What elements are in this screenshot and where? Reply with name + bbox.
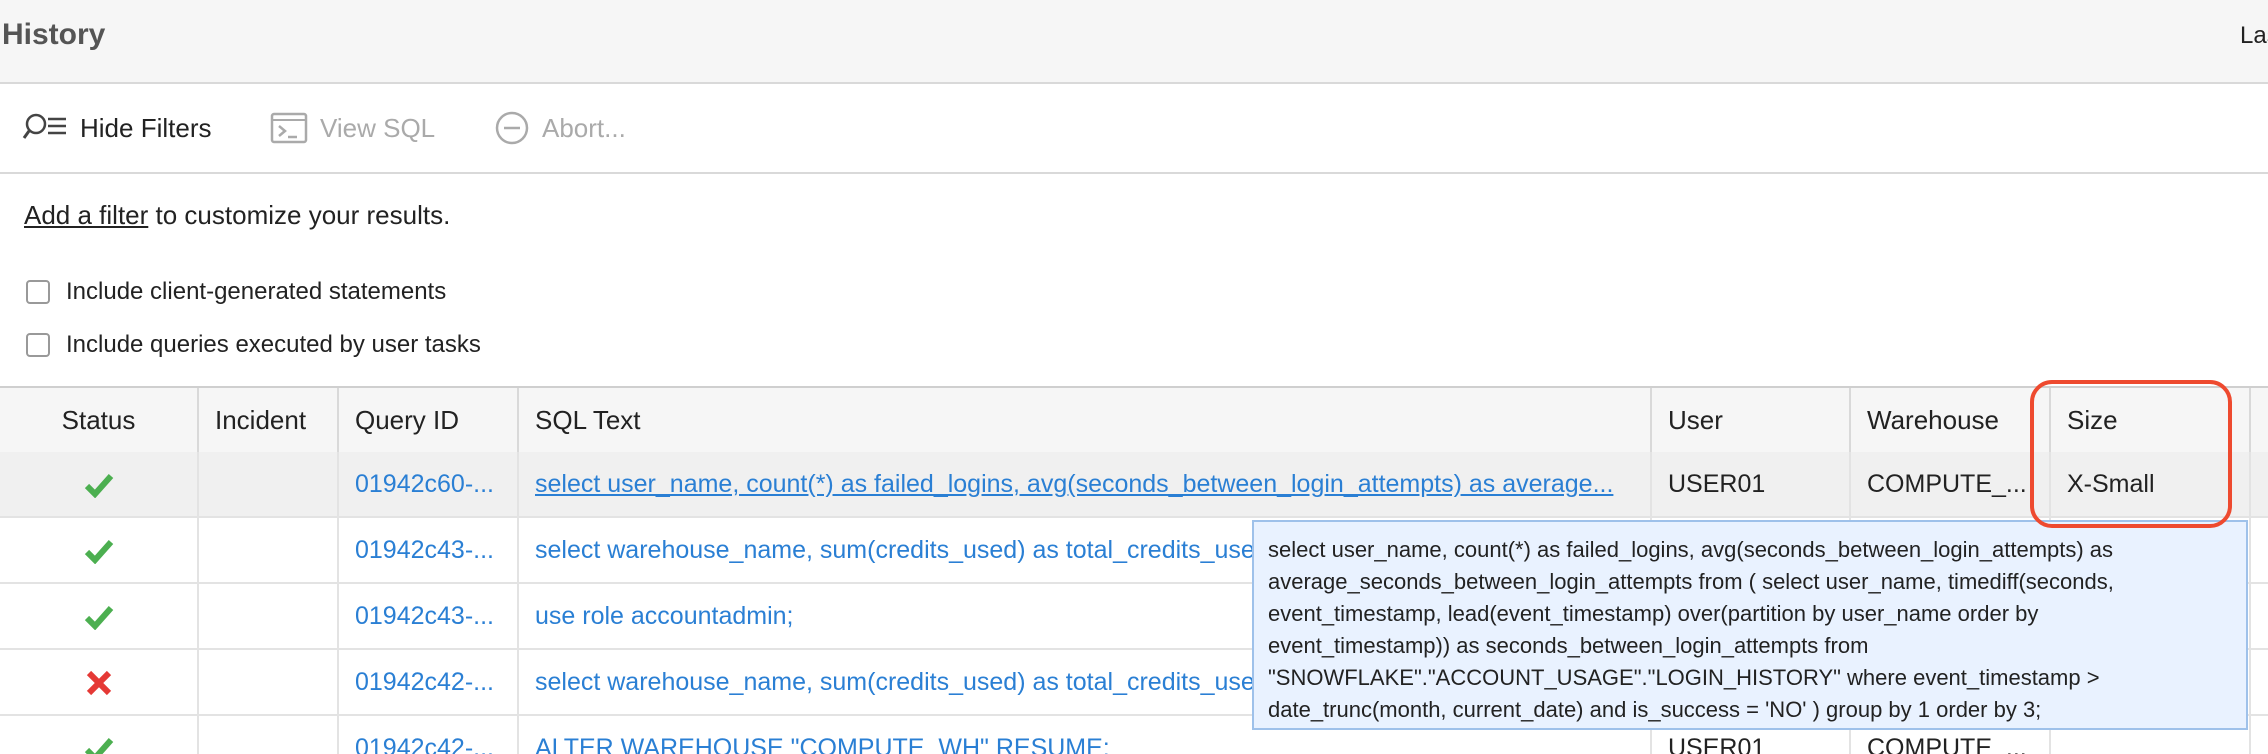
tooltip-line: select user_name, count(*) as failed_log… xyxy=(1268,537,2114,562)
table-header: Status Incident Query ID SQL Text User W… xyxy=(0,388,2268,454)
page-title: History xyxy=(2,18,106,51)
tooltip-line: event_timestamp)) as seconds_between_log… xyxy=(1268,633,1869,658)
x-mark-icon xyxy=(86,671,111,696)
query-id-link[interactable]: 01942c42-... xyxy=(339,716,519,754)
column-header-incident[interactable]: Incident xyxy=(199,388,339,452)
column-header-warehouse[interactable]: Warehouse xyxy=(1851,388,2051,452)
incident-cell xyxy=(199,716,339,754)
sql-text-value: select user_name, count(*) as failed_log… xyxy=(535,470,1614,498)
sql-tooltip: select user_name, count(*) as failed_log… xyxy=(1252,520,2248,730)
user-cell: USER01 xyxy=(1652,452,1851,516)
query-id-link[interactable]: 01942c43-... xyxy=(339,584,519,648)
minus-circle-icon xyxy=(495,111,529,145)
tooltip-line: average_seconds_between_login_attempts f… xyxy=(1268,569,2114,594)
status-cell xyxy=(0,650,199,714)
app-root: History Las Hide Filters View SQL xyxy=(0,0,2268,754)
incident-cell xyxy=(199,518,339,582)
header-right-text: Las xyxy=(2240,22,2268,49)
status-cell xyxy=(0,518,199,582)
column-header-user[interactable]: User xyxy=(1652,388,1851,452)
client-statements-label: Include client-generated statements xyxy=(66,278,447,305)
add-filter-link[interactable]: Add a filter xyxy=(24,200,148,230)
status-cell xyxy=(0,452,199,516)
incident-cell xyxy=(199,650,339,714)
tooltip-line: event_timestamp, lead(event_timestamp) o… xyxy=(1268,601,2039,626)
incident-cell xyxy=(199,584,339,648)
view-sql-label: View SQL xyxy=(320,112,436,143)
tooltip-line: date_trunc(month, current_date) and is_s… xyxy=(1268,697,2042,722)
size-column-annotation xyxy=(2030,380,2232,528)
view-sql-button[interactable]: View SQL xyxy=(270,106,435,150)
client-statements-checkbox[interactable] xyxy=(26,280,50,304)
client-statements-option[interactable]: Include client-generated statements xyxy=(26,278,446,306)
sql-text-link[interactable]: select user_name, count(*) as failed_log… xyxy=(519,452,1652,516)
terminal-icon xyxy=(270,112,308,144)
query-id-link[interactable]: 01942c43-... xyxy=(339,518,519,582)
status-cell xyxy=(0,584,199,648)
query-id-link[interactable]: 01942c60-... xyxy=(339,452,519,516)
checkmark-icon xyxy=(84,474,113,499)
checkmark-icon xyxy=(84,540,113,565)
column-header-query-id[interactable]: Query ID xyxy=(339,388,519,452)
page-header: History Las xyxy=(0,0,2268,84)
column-header-sql-text[interactable]: SQL Text xyxy=(519,388,1652,452)
hide-filters-button[interactable]: Hide Filters xyxy=(22,106,211,150)
toolbar: Hide Filters View SQL Abort... xyxy=(0,84,2268,174)
hide-filters-label: Hide Filters xyxy=(80,112,212,143)
incident-cell xyxy=(199,452,339,516)
user-tasks-option[interactable]: Include queries executed by user tasks xyxy=(26,331,481,359)
query-id-link[interactable]: 01942c42-... xyxy=(339,650,519,714)
status-cell xyxy=(0,716,199,754)
column-header-status[interactable]: Status xyxy=(0,388,199,452)
abort-button[interactable]: Abort... xyxy=(494,106,626,150)
user-tasks-checkbox[interactable] xyxy=(26,333,50,357)
filter-search-icon xyxy=(22,113,66,139)
table-row[interactable]: 01942c60-... select user_name, count(*) … xyxy=(0,452,2268,518)
add-filter-suffix: to customize your results. xyxy=(148,200,451,230)
checkmark-icon xyxy=(84,606,113,631)
abort-label: Abort... xyxy=(542,112,626,143)
tooltip-line: "SNOWFLAKE"."ACCOUNT_USAGE"."LOGIN_HISTO… xyxy=(1268,665,2100,690)
warehouse-cell: COMPUTE_... xyxy=(1851,452,2051,516)
user-tasks-label: Include queries executed by user tasks xyxy=(66,331,481,358)
checkmark-icon xyxy=(84,738,113,754)
filter-instructions: Add a filter to customize your results. xyxy=(24,200,450,231)
